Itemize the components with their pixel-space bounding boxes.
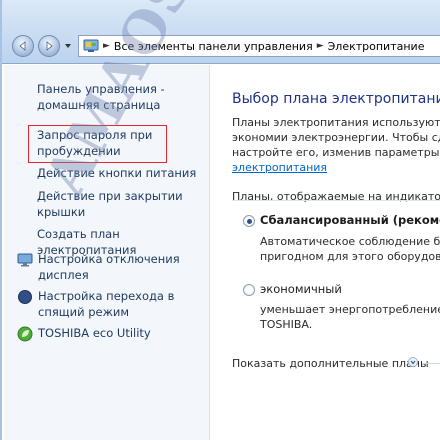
display-monitor-icon xyxy=(17,253,33,267)
group-divider xyxy=(232,200,440,201)
plan-description-line: пригодном для этого оборудова xyxy=(260,250,440,263)
sidebar-item-label: Действие кнопки питания xyxy=(37,166,197,180)
sidebar-item-display-off-settings[interactable]: Настройка отключения дисплея xyxy=(38,251,180,283)
main-content: Выбор плана электропитания Планы электро… xyxy=(210,65,440,440)
intro-line: экономии электроэнергии. Чтобы сде xyxy=(232,131,440,144)
sidebar-item-sleep-settings[interactable]: Настройка перехода в спящий режим xyxy=(38,288,174,320)
balanced-plan-description: Автоматическое соблюдение ба пригодном д… xyxy=(260,234,440,264)
plan-description-line: Автоматическое соблюдение ба xyxy=(260,235,440,248)
breadcrumb-power-options[interactable]: Электропитание xyxy=(328,40,425,53)
sidebar-item-label: дисплея xyxy=(38,268,89,282)
sidebar-item-label: Действие при закрытии xyxy=(37,189,183,203)
balanced-plan-radio[interactable] xyxy=(243,215,255,227)
address-toolbar: ► Все элементы панели управления ► Элект… xyxy=(2,0,440,64)
balanced-plan-name[interactable]: Сбалансированный (рекоменд xyxy=(260,213,440,227)
back-button[interactable] xyxy=(12,35,34,57)
page-title: Выбор плана электропитания xyxy=(232,91,440,107)
sidebar-item-label: Настройка отключения xyxy=(38,252,180,266)
sidebar-item-lid-close-action[interactable]: Действие при закрытии крышки xyxy=(37,188,183,220)
economy-plan-description: уменьшает энергопотребление TOSHIBA. xyxy=(260,302,440,332)
economy-plan-radio[interactable] xyxy=(243,284,255,296)
moon-sleep-icon xyxy=(18,290,32,304)
arrow-right-icon xyxy=(46,41,53,51)
address-bar[interactable]: ► Все элементы панели управления ► Элект… xyxy=(78,35,440,57)
sidebar-item-label: домашняя страница xyxy=(37,98,161,112)
sidebar-item-label: Настройка перехода в xyxy=(38,289,175,303)
sidebar-item-label: Панель управления - xyxy=(37,82,165,96)
recent-pages-dropdown-icon[interactable] xyxy=(63,41,73,51)
sidebar-item-toshiba-eco-utility[interactable]: TOSHIBA eco Utility xyxy=(38,325,151,341)
window-frame: ► Все элементы панели управления ► Элект… xyxy=(0,0,440,440)
intro-line: настройте его, изменив параметры эл xyxy=(232,146,440,159)
sidebar-item-power-button-action[interactable]: Действие кнопки питания xyxy=(37,165,196,181)
sidebar-item-label: крышки xyxy=(37,205,86,219)
red-highlight-frame xyxy=(28,125,167,163)
intro-text: Планы электропитания используютс экономи… xyxy=(232,115,440,175)
sidebar-item-control-panel-home[interactable]: Панель управления - домашняя страница xyxy=(37,81,165,113)
breadcrumb-all-control-panel-items[interactable]: Все элементы панели управления xyxy=(114,40,313,53)
economy-plan-name[interactable]: экономичный xyxy=(260,282,342,296)
group-divider xyxy=(422,363,440,364)
plan-description-line: уменьшает энергопотребление xyxy=(260,303,440,316)
forward-button[interactable] xyxy=(38,35,60,57)
leaf-eco-icon xyxy=(17,326,33,342)
control-panel-icon xyxy=(83,39,99,52)
plans-group-label: Планы, отображаемые на индикаторе xyxy=(232,190,440,203)
sidebar-item-label: TOSHIBA eco Utility xyxy=(38,326,151,340)
show-additional-plans-toggle[interactable]: Показать дополнительные планы xyxy=(232,357,429,370)
intro-line: Планы электропитания используютс xyxy=(232,116,440,129)
breadcrumb-separator-icon: ► xyxy=(103,41,110,51)
plan-description-line: TOSHIBA. xyxy=(260,318,313,331)
breadcrumb-separator-icon: ► xyxy=(316,41,324,51)
chevron-down-icon[interactable] xyxy=(408,357,418,367)
power-settings-link[interactable]: электропитания xyxy=(232,160,440,175)
arrow-left-icon xyxy=(19,41,26,51)
task-sidebar: Панель управления - домашняя страница За… xyxy=(4,65,210,440)
sidebar-item-label: спящий режим xyxy=(38,305,130,319)
